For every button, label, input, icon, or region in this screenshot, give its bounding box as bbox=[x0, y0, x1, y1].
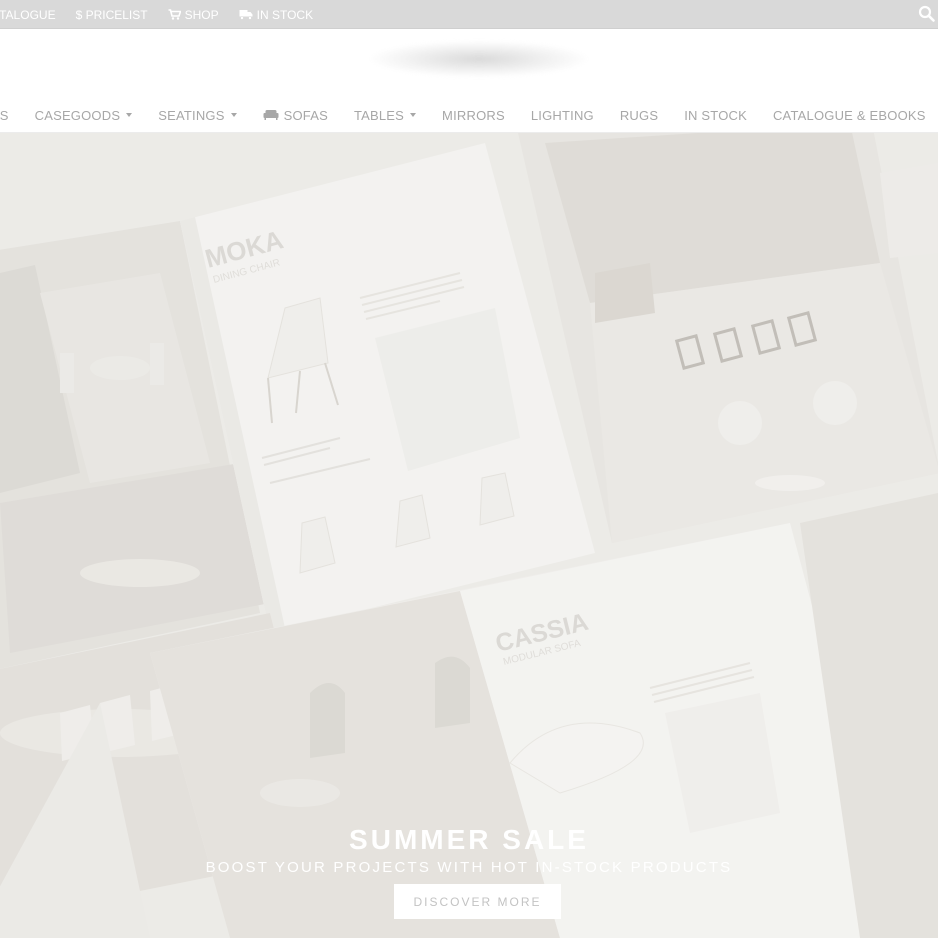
logo-area bbox=[0, 29, 938, 97]
hero-subtitle: BOOST YOUR PROJECTS WITH HOT IN-STOCK PR… bbox=[205, 859, 733, 876]
discover-more-button[interactable]: DISCOVER MORE bbox=[394, 884, 561, 919]
brand-logo[interactable] bbox=[370, 41, 588, 77]
nav-item-lighting[interactable]: LIGHTING bbox=[531, 108, 594, 123]
nav-item-label: SOFAS bbox=[283, 107, 328, 123]
caret-down-icon bbox=[230, 113, 237, 117]
nav-item-label: CASEGOODS bbox=[34, 107, 121, 123]
hero-title: SUMMER SALE bbox=[349, 824, 589, 855]
main-nav-items: CTS CASEGOODS SEATINGS SOFAS bbox=[0, 97, 938, 133]
search-icon[interactable] bbox=[918, 5, 936, 23]
utility-link-in-stock[interactable]: IN STOCK bbox=[239, 8, 313, 22]
caret-down-icon bbox=[126, 113, 133, 117]
utility-link-shop[interactable]: SHOP bbox=[168, 8, 219, 22]
nav-item-label: RUGS bbox=[619, 107, 659, 123]
nav-item-rugs[interactable]: RUGS bbox=[620, 108, 658, 123]
sofa-icon bbox=[263, 108, 279, 123]
nav-item-products[interactable]: CTS bbox=[0, 108, 9, 123]
utility-link-catalogue-label: ATALOGUE bbox=[0, 7, 56, 22]
main-navigation: CTS CASEGOODS SEATINGS SOFAS bbox=[0, 97, 938, 133]
hero-overlay bbox=[0, 133, 938, 938]
nav-item-casegoods[interactable]: CASEGOODS bbox=[35, 108, 133, 123]
utility-link-in-stock-label: IN STOCK bbox=[256, 7, 314, 22]
top-utility-bar: ATALOGUE $ PRICELIST SHOP bbox=[0, 0, 938, 29]
nav-item-tables[interactable]: TABLES bbox=[353, 107, 417, 123]
utility-link-catalogue[interactable]: ATALOGUE bbox=[0, 8, 56, 22]
cart-icon bbox=[168, 9, 181, 20]
nav-item-catalogue-ebooks[interactable]: CATALOGUE & EBOOKS bbox=[773, 108, 926, 123]
caret-down-icon bbox=[410, 113, 417, 117]
nav-item-mirrors[interactable]: MIRRORS bbox=[442, 108, 505, 123]
nav-item-in-stock[interactable]: IN STOCK bbox=[684, 108, 747, 123]
nav-item-sofas[interactable]: SOFAS bbox=[263, 108, 328, 123]
utility-link-pricelist-label: $ PRICELIST bbox=[75, 7, 148, 22]
nav-item-seatings[interactable]: SEATINGS bbox=[158, 107, 237, 123]
nav-item-label: IN STOCK bbox=[684, 107, 747, 123]
nav-item-label: SEATINGS bbox=[158, 107, 225, 123]
nav-item-label: TABLES bbox=[353, 107, 405, 123]
hero-text-block: SUMMER SALE BOOST YOUR PROJECTS WITH HOT… bbox=[0, 824, 938, 877]
catalogue-spread-image: MOKA DINING CHAIR CASSIA MODULAR SOFA bbox=[0, 133, 938, 938]
utility-link-pricelist[interactable]: $ PRICELIST bbox=[76, 8, 148, 22]
truck-icon bbox=[239, 9, 253, 20]
nav-item-label: CTS bbox=[0, 107, 9, 123]
nav-item-label: MIRRORS bbox=[442, 107, 505, 123]
nav-item-label: CATALOGUE & EBOOKS bbox=[772, 107, 926, 123]
utility-links: ATALOGUE $ PRICELIST SHOP bbox=[0, 0, 313, 29]
utility-link-shop-label: SHOP bbox=[184, 7, 219, 22]
nav-item-label: LIGHTING bbox=[530, 107, 594, 123]
hero-banner[interactable]: MOKA DINING CHAIR CASSIA MODULAR SOFA SU… bbox=[0, 133, 938, 938]
